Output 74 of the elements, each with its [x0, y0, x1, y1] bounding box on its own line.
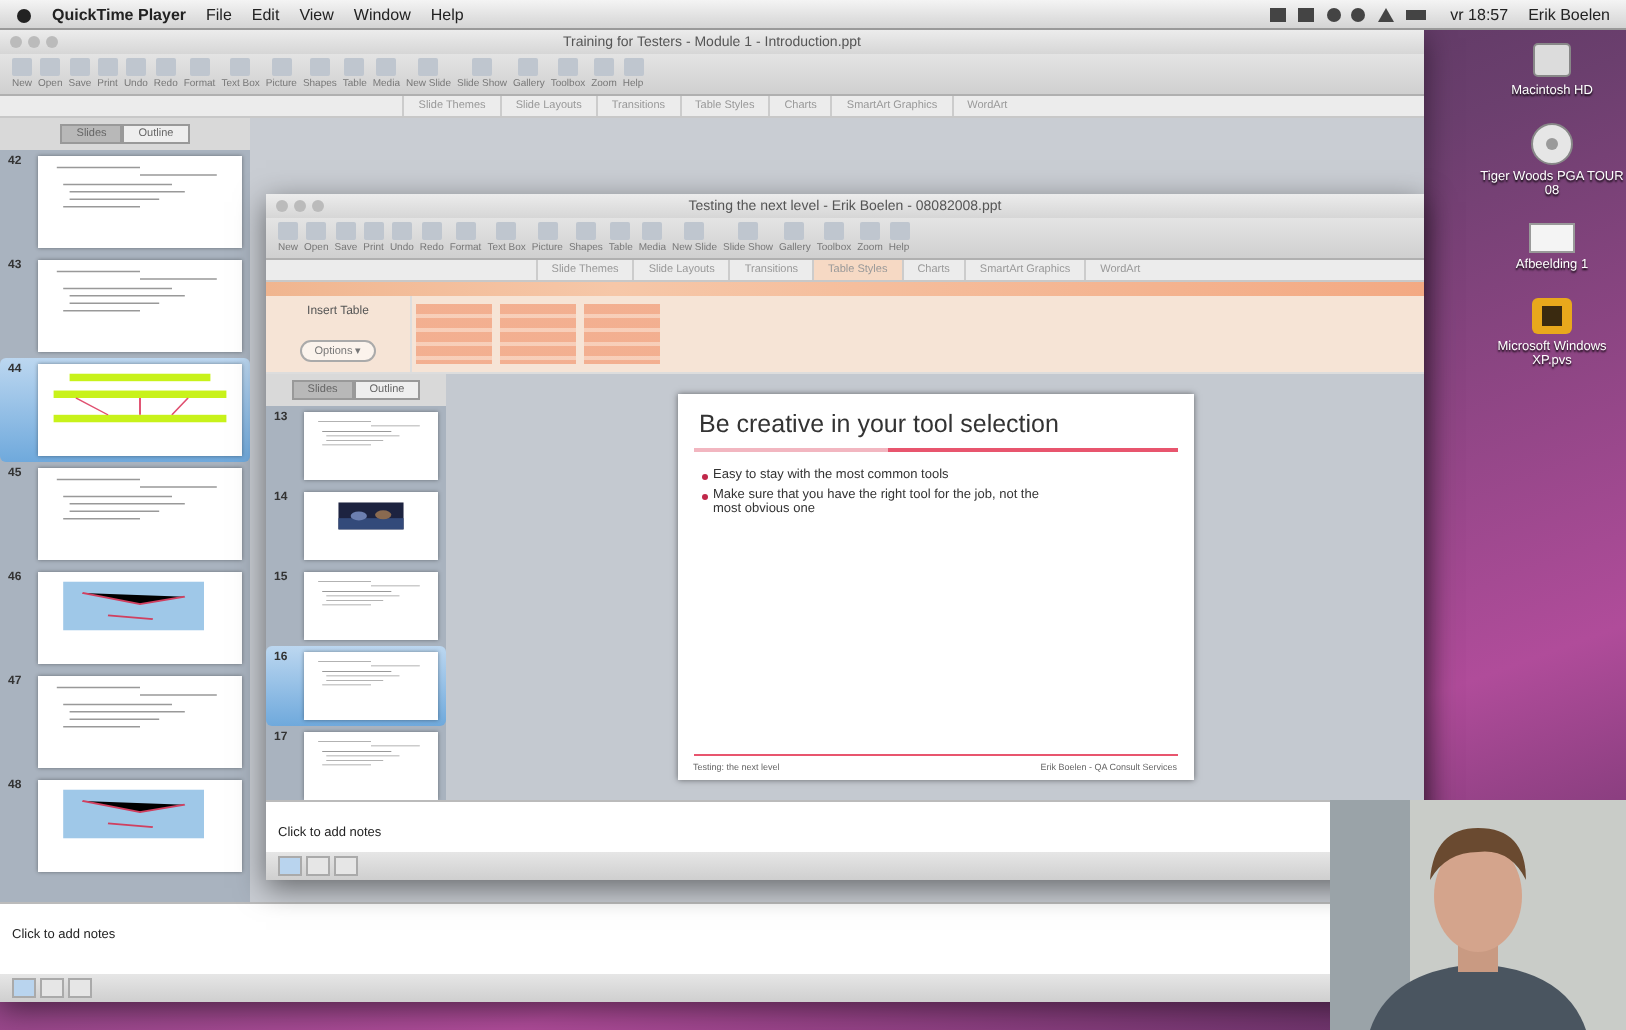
- tool-icon: [391, 222, 412, 240]
- tool-icon: [784, 222, 805, 240]
- tool-icon: [309, 58, 330, 76]
- slide-thumbnail[interactable]: [38, 676, 242, 768]
- slide-thumbnail[interactable]: [38, 364, 242, 456]
- slide-thumbnail[interactable]: [304, 412, 438, 480]
- tool-icon: [738, 222, 758, 240]
- table-style[interactable]: [500, 304, 576, 364]
- tool-icon: [455, 222, 476, 240]
- image-file-icon[interactable]: [1528, 222, 1576, 254]
- tool-icon: [421, 222, 442, 240]
- tool-icon: [40, 58, 61, 76]
- window-buttons-icon[interactable]: [8, 34, 60, 50]
- slide-thumbnail[interactable]: [38, 572, 242, 664]
- tool-icon: [97, 58, 118, 76]
- table-style[interactable]: [584, 304, 660, 364]
- tool-icon: [496, 222, 517, 240]
- tool-icon: [69, 58, 90, 76]
- tool-icon: [593, 58, 614, 76]
- menu-item[interactable]: Help: [430, 5, 464, 23]
- slide-title: Be creative in your tool selection: [697, 410, 1061, 438]
- sorter-view-button[interactable]: [306, 856, 330, 876]
- tool-icon: [557, 58, 578, 76]
- tool-icon: [684, 222, 705, 240]
- tool-icon: [363, 222, 384, 240]
- slide-thumbnail[interactable]: [38, 156, 242, 248]
- tool-icon: [537, 222, 558, 240]
- slideshow-view-button[interactable]: [334, 856, 358, 876]
- hard-drive-icon[interactable]: [1530, 40, 1574, 80]
- disc-icon[interactable]: [1530, 122, 1574, 166]
- tool-icon: [271, 58, 292, 76]
- tool-icon: [623, 58, 644, 76]
- tool-icon: [155, 58, 176, 76]
- status-icons-drawing[interactable]: [1270, 5, 1431, 23]
- menu-item[interactable]: View: [299, 5, 334, 23]
- slide-thumbnail[interactable]: [304, 652, 438, 720]
- tool-icon: [278, 222, 298, 240]
- tool-icon: [823, 222, 844, 240]
- menu-user[interactable]: Erik Boelen: [1528, 5, 1610, 23]
- tool-icon: [125, 58, 146, 76]
- slide-thumbnail[interactable]: [304, 572, 438, 640]
- bullet-icon: [701, 493, 707, 499]
- menu-clock[interactable]: vr 18:57: [1450, 5, 1509, 23]
- tool-icon: [642, 222, 663, 240]
- normal-view-button[interactable]: [12, 978, 36, 998]
- tool-icon: [575, 222, 596, 240]
- tool-icon: [376, 58, 397, 76]
- tool-icon: [518, 58, 539, 76]
- sorter-view-button[interactable]: [40, 978, 64, 998]
- slide-thumbnail[interactable]: [304, 732, 438, 800]
- menu-item[interactable]: Window: [353, 5, 411, 23]
- tool-icon: [189, 58, 210, 76]
- menu-item[interactable]: Edit: [251, 5, 280, 23]
- slide-thumbnail[interactable]: [38, 468, 242, 560]
- tool-icon: [230, 58, 251, 76]
- tool-icon: [12, 58, 32, 76]
- slide-thumbnail[interactable]: [304, 492, 438, 560]
- slideshow-view-button[interactable]: [68, 978, 92, 998]
- menu-item[interactable]: File: [206, 5, 232, 23]
- bullet-icon: [701, 473, 707, 479]
- tool-icon: [859, 222, 880, 240]
- tool-icon: [610, 222, 631, 240]
- tool-icon: [335, 222, 356, 240]
- table-style[interactable]: [416, 304, 492, 364]
- tool-icon: [889, 222, 910, 240]
- window-buttons-icon[interactable]: [274, 198, 326, 214]
- slide-thumbnail[interactable]: [38, 260, 242, 352]
- tool-icon: [472, 58, 492, 76]
- tool-icon: [418, 58, 439, 76]
- normal-view-button[interactable]: [278, 856, 302, 876]
- menu-item[interactable]: QuickTime Player: [52, 5, 186, 23]
- slide-thumbnail[interactable]: [38, 780, 242, 872]
- tool-icon: [344, 58, 365, 76]
- tool-icon: [306, 222, 327, 240]
